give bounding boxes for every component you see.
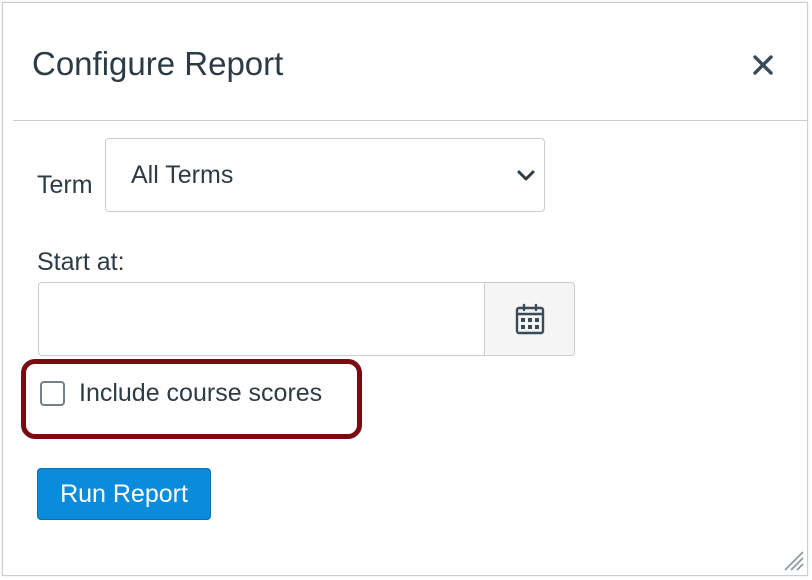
dialog-title: Configure Report	[32, 45, 284, 82]
close-icon	[753, 55, 773, 75]
include-course-scores-checkbox[interactable]	[40, 381, 65, 406]
configure-report-dialog: Configure Report Term All Terms Start at…	[2, 2, 808, 576]
calendar-icon	[515, 303, 544, 335]
include-course-scores-label[interactable]: Include course scores	[79, 377, 322, 409]
header-divider	[13, 120, 807, 121]
start-date-input[interactable]	[38, 282, 486, 356]
calendar-button[interactable]	[484, 282, 575, 356]
start-at-label: Start at:	[37, 248, 125, 276]
close-button[interactable]	[745, 47, 781, 83]
term-label: Term	[37, 171, 93, 199]
resize-handle-icon[interactable]	[779, 546, 805, 572]
term-selected-value: All Terms	[131, 161, 234, 189]
chevron-down-icon	[517, 170, 535, 181]
run-report-button[interactable]: Run Report	[37, 468, 211, 520]
term-select[interactable]: All Terms	[105, 138, 545, 212]
